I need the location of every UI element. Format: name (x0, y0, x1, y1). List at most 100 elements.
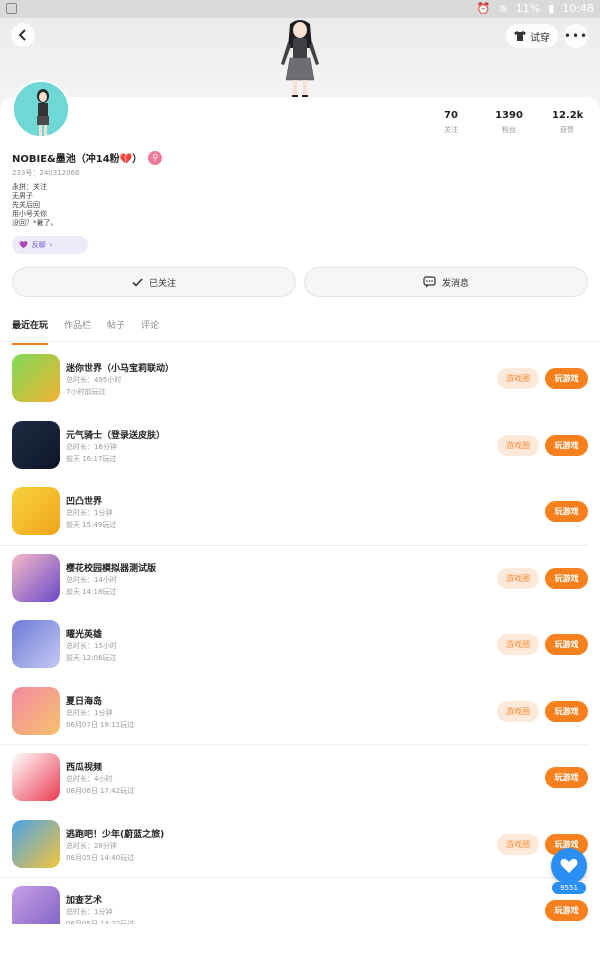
back-button[interactable] (11, 23, 35, 47)
game-row[interactable]: 西瓜视频 总时长：4小时 06月06日 17:42玩过 玩游戏 (0, 745, 600, 812)
game-last-played: 06月07日 18:11玩过 (66, 720, 135, 729)
bio-line: 永拼：关注 (12, 183, 47, 191)
recent-games-list: 迷你世界（小马宝莉联动） 总时长：495小时 7小时前玩过 游戏圈 玩游戏 元气骑士（登录… (0, 346, 600, 945)
send-message-button[interactable]: 发消息 (304, 267, 588, 297)
play-game-button[interactable]: 玩游戏 (545, 567, 588, 589)
play-game-button[interactable]: 玩游戏 (545, 368, 588, 389)
game-name: 夏日海岛 (66, 696, 103, 707)
bio-line: 没回？*暑了。 (12, 219, 58, 227)
try-on-button[interactable]: 试穿 (506, 24, 558, 48)
play-game-button[interactable]: 玩游戏 (545, 900, 588, 921)
profile-stats: 70 关注 1390 粉丝 12.2k 获赞 (436, 110, 584, 135)
play-game-button[interactable]: 玩游戏 (545, 501, 588, 522)
game-row[interactable]: 迷你世界（小马宝莉联动） 总时长：495小时 7小时前玩过 游戏圈 玩游戏 (0, 346, 600, 413)
chat-bubble-icon (423, 276, 436, 288)
like-fab-button[interactable] (551, 848, 587, 884)
game-circle-button[interactable]: 游戏圈 (497, 434, 539, 456)
play-game-button[interactable]: 玩游戏 (545, 634, 588, 655)
game-circle-button[interactable]: 游戏圈 (497, 833, 539, 855)
divider (0, 341, 600, 342)
game-icon[interactable] (12, 354, 60, 402)
game-row[interactable]: 樱花校园模拟器测试版 总时长：14小时 前天 14:18玩过 游戏圈 玩游戏 (0, 546, 600, 613)
game-row[interactable]: 夏日海岛 总时长：1分钟 06月07日 18:11玩过 游戏圈 玩游戏 (0, 679, 600, 746)
game-name: 樱花校园模拟器测试版 (66, 563, 157, 574)
battery-percent: 11% (515, 2, 541, 15)
game-name: 元气骑士（登录送皮肤） (66, 430, 166, 441)
game-duration: 总时长：16分钟 (66, 442, 117, 451)
game-icon[interactable] (12, 819, 60, 868)
game-icon[interactable] (12, 620, 60, 668)
stat-label: 获赞 (560, 126, 574, 134)
game-last-played: 前天 16:17玩过 (66, 454, 117, 463)
search-badge-icon[interactable]: ⚲ (148, 150, 163, 165)
stat-value: 70 (444, 110, 458, 121)
like-count: 9551 (552, 882, 586, 894)
game-last-played: 06月05日 14:40玩过 (66, 853, 135, 862)
stat-value: 1390 (495, 110, 523, 121)
game-circle-button[interactable]: 游戏圈 (497, 368, 539, 389)
game-row[interactable]: 曜光英雄总时长：15小时 前天 12:06玩过 游戏圈 玩游戏 (0, 612, 600, 679)
play-game-button[interactable]: 玩游戏 (545, 434, 588, 456)
profile-tabs: 最近在玩 作品栏 帖子 评论 (12, 318, 159, 345)
bio-line: 先关后回 (12, 201, 40, 209)
heart-icon: 💜 (19, 241, 28, 249)
play-game-button[interactable]: 玩游戏 (545, 767, 588, 788)
game-duration: 总时长：1分钟 (66, 908, 113, 916)
tab-works[interactable]: 作品栏 (64, 318, 91, 341)
game-row[interactable]: 凹凸世界 总时长：1分钟 前天 15:49玩过 玩游戏 (0, 479, 600, 546)
game-name: 西瓜视频 (66, 763, 103, 773)
game-row[interactable]: 逃跑吧！少年(蔚蓝之旅) 总时长：28分钟 06月05日 14:40玩过 游戏圈 玩游戏 (0, 812, 600, 879)
game-last-played: 前天 12:06玩过 (66, 654, 117, 662)
send-message-label: 发消息 (441, 278, 469, 289)
stat-likes[interactable]: 12.2k 获赞 (552, 110, 584, 135)
game-circle-button[interactable]: 游戏圈 (497, 634, 539, 655)
game-circle-button[interactable]: 游戏圈 (497, 567, 539, 589)
followed-label: 已关注 (148, 278, 176, 289)
heart-icon (560, 858, 578, 873)
game-icon[interactable] (12, 686, 60, 735)
try-on-label: 试穿 (530, 32, 550, 44)
stat-label: 关注 (444, 126, 458, 134)
avatar[interactable] (12, 80, 70, 138)
game-name: 曜光英雄 (66, 630, 103, 640)
play-game-button[interactable]: 玩游戏 (545, 700, 588, 722)
chevron-left-icon (18, 29, 26, 41)
game-icon[interactable] (12, 753, 60, 801)
more-dots-icon: ••• (563, 29, 589, 43)
tag-chip[interactable]: 💜 反聊 › (12, 236, 88, 254)
user-id: 233号：240312066 (12, 169, 80, 177)
status-bar: ⏰ ≋ 11% ▮ 10:48 (0, 0, 600, 18)
battery-icon: ▮ (548, 2, 555, 15)
bio-line: 无男子 (12, 192, 33, 200)
game-duration: 总时长：1分钟 (66, 509, 113, 517)
chevron-right-icon: › (49, 241, 53, 249)
game-name: 迷你世界（小马宝莉联动） (66, 364, 175, 374)
wifi-icon: ≋ (498, 2, 508, 15)
tab-recently-played[interactable]: 最近在玩 (12, 318, 49, 345)
stat-value: 12.2k (552, 110, 584, 121)
shirt-icon (514, 31, 526, 41)
game-last-played: 前天 14:18玩过 (66, 587, 117, 596)
tab-comments[interactable]: 评论 (141, 318, 159, 341)
followed-button[interactable]: 已关注 (12, 267, 296, 297)
game-icon[interactable] (12, 487, 60, 535)
stat-following[interactable]: 70 关注 (436, 110, 466, 135)
tab-posts[interactable]: 帖子 (107, 318, 125, 341)
alarm-icon: ⏰ (476, 2, 491, 15)
bio: 永拼：关注 无男子 先关后回 用小号关你 没回？*暑了。 (12, 183, 58, 228)
game-duration: 总时长：15小时 (66, 642, 117, 650)
username: NOBIE&墨池（冲14粉💔） ⚲ (12, 150, 163, 165)
check-icon (132, 277, 143, 287)
bottom-mask (0, 924, 600, 960)
stat-followers[interactable]: 1390 粉丝 (494, 110, 524, 135)
game-icon[interactable] (12, 553, 60, 602)
avatar-character-figure (281, 20, 319, 99)
game-name: 凹凸世界 (66, 497, 103, 507)
username-text: NOBIE&墨池（冲14粉💔） (12, 154, 143, 165)
game-last-played: 06月06日 17:42玩过 (66, 787, 135, 795)
game-icon[interactable] (12, 420, 60, 469)
game-row[interactable]: 元气骑士（登录送皮肤） 总时长：16分钟 前天 16:17玩过 游戏圈 玩游戏 (0, 413, 600, 480)
more-button[interactable]: ••• (564, 24, 588, 48)
game-circle-button[interactable]: 游戏圈 (497, 700, 539, 722)
clock: 10:48 (562, 2, 594, 15)
